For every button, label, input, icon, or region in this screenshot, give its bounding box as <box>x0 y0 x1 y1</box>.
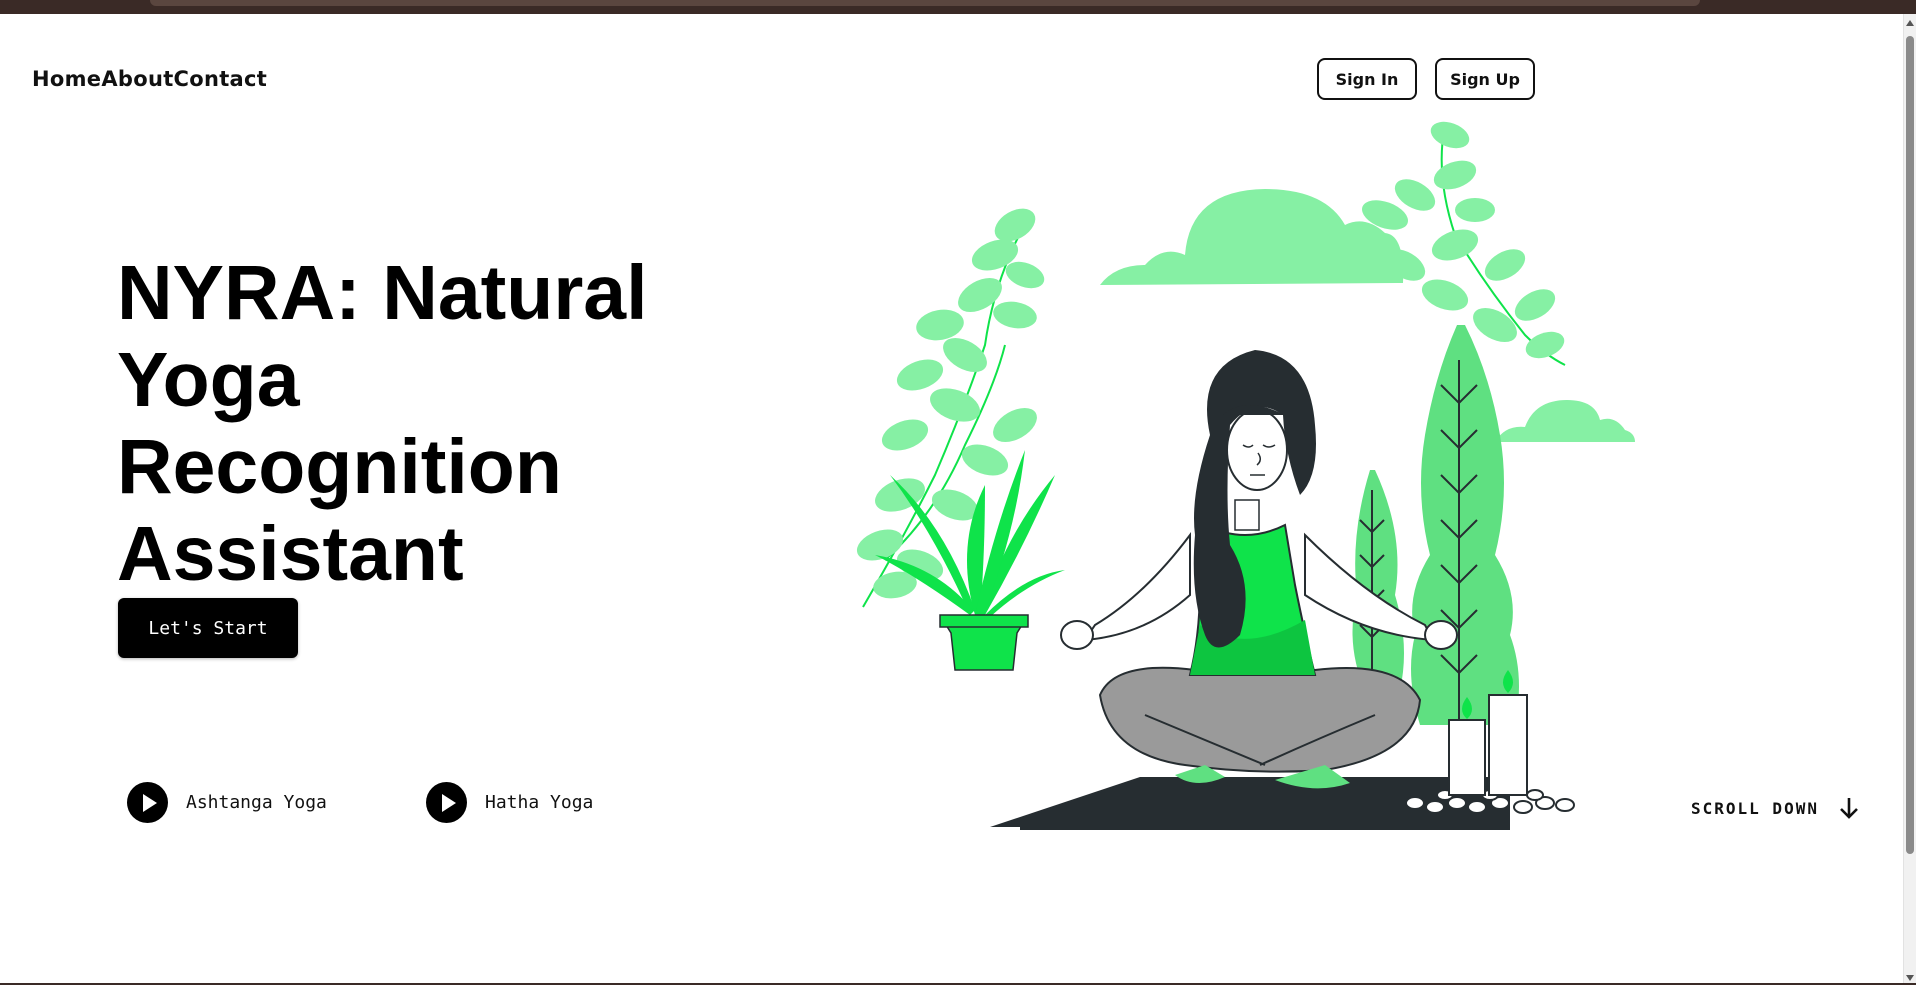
sign-in-button[interactable]: Sign In <box>1317 58 1417 100</box>
yoga-link-ashtanga[interactable]: Ashtanga Yoga <box>127 782 327 823</box>
hero-title-line: NYRA: Natural <box>117 250 648 336</box>
play-icon[interactable] <box>426 782 467 823</box>
yoga-link-hatha[interactable]: Hatha Yoga <box>426 782 593 823</box>
nav-contact-link[interactable]: Contact <box>174 67 268 91</box>
cloud-left <box>1100 189 1404 285</box>
browser-tab-edge <box>150 0 1700 6</box>
scrollbar-thumb[interactable] <box>1906 36 1914 854</box>
browser-chrome <box>0 0 1916 14</box>
sign-up-button[interactable]: Sign Up <box>1435 58 1535 100</box>
play-icon[interactable] <box>127 782 168 823</box>
hero-title-line: Assistant <box>117 511 464 597</box>
scroll-down-control[interactable]: SCROLL DOWN <box>1691 797 1859 819</box>
woman-figure <box>1060 350 1458 789</box>
yoga-label-hatha: Hatha Yoga <box>485 792 594 813</box>
scroll-down-label: SCROLL DOWN <box>1691 798 1819 818</box>
lets-start-button[interactable]: Let's Start <box>118 598 298 658</box>
arrow-down-icon <box>1840 798 1858 819</box>
nav-home-link[interactable]: Home <box>32 67 101 91</box>
hero-title: NYRA: Natural Yoga Recognition Assistant <box>117 250 737 598</box>
meditating-woman-illustration <box>856 121 1635 830</box>
hero-title-line: Yoga <box>117 337 300 423</box>
scroll-up-arrow-icon[interactable] <box>1906 20 1914 26</box>
nav-about-link[interactable]: About <box>101 67 173 91</box>
cloud-right <box>1495 400 1635 442</box>
hero-title-line: Recognition <box>117 424 562 510</box>
yoga-label-ashtanga: Ashtanga Yoga <box>186 792 327 813</box>
scroll-down-arrow-icon[interactable] <box>1906 975 1914 981</box>
main-nav: Home About Contact <box>32 67 267 91</box>
page-scrollbar[interactable] <box>1903 14 1916 985</box>
